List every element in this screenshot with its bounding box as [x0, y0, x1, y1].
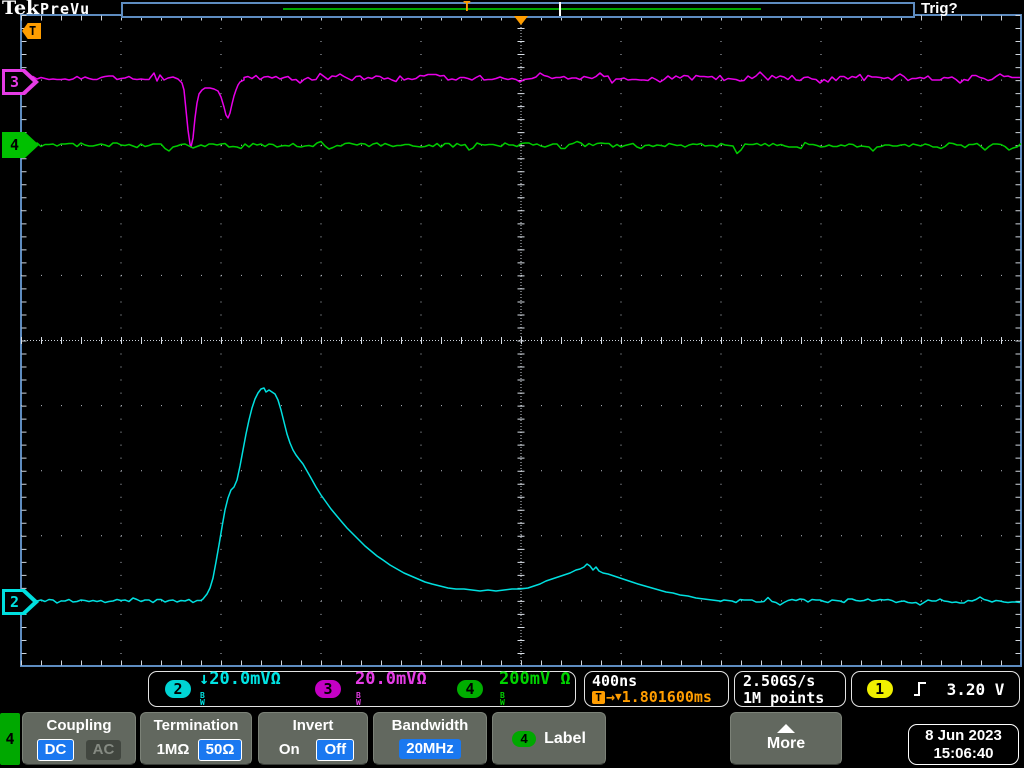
- datetime-box: 8 Jun 2023 15:06:40: [908, 724, 1019, 765]
- invert-title: Invert: [292, 717, 334, 734]
- record-trigger-position-icon[interactable]: T: [463, 1, 471, 15]
- sample-rate-readout: 2.50GS/s: [743, 672, 816, 690]
- more-text: More: [766, 735, 806, 752]
- tek-logo: Tek: [2, 0, 40, 19]
- channel4-marker-label: 4: [10, 136, 20, 154]
- trigger-offscreen-label: T: [29, 24, 37, 38]
- record-view-cursor[interactable]: [559, 2, 561, 16]
- record-length-readout: 1M points: [743, 689, 825, 707]
- label-button[interactable]: 4 Label: [492, 712, 606, 765]
- trigger-status-label: Trig?: [921, 0, 958, 17]
- time-label: 15:06:40: [933, 744, 994, 762]
- termination-title: Termination: [153, 717, 239, 734]
- trigger-delay-readout: T → ▼ 1.801600ms: [592, 689, 728, 705]
- date-label: 8 Jun 2023: [925, 726, 1002, 744]
- trigger-t-icon: T: [592, 690, 605, 704]
- more-up-arrow-icon: [777, 724, 795, 733]
- channel3-marker-label: 3: [10, 73, 20, 91]
- trigger-level-readout: 3.20 V: [946, 679, 1005, 699]
- label-text: Label: [544, 729, 586, 747]
- record-window-line: [283, 8, 761, 10]
- bandwidth-value[interactable]: 20MHz: [399, 739, 461, 759]
- channel3-badge[interactable]: 3: [315, 680, 342, 698]
- channel4-marker-shape: [2, 132, 39, 158]
- channel2-badge[interactable]: 2: [165, 680, 191, 698]
- channel4-position-marker[interactable]: 4: [2, 132, 39, 158]
- graticule: [20, 14, 1022, 667]
- channel2-marker-label: 2: [10, 593, 20, 611]
- channel3-scale-readout: 20.0mVΩ B W: [355, 669, 427, 707]
- coupling-dc-option[interactable]: DC: [36, 739, 75, 761]
- bandwidth-button[interactable]: Bandwidth 20MHz: [373, 712, 487, 765]
- channel-readouts-box: 2 ↓20.0mVΩ B W 3 20.0mVΩ B W 4 200mV ΩBW: [148, 669, 576, 707]
- acquisition-readout-box: 2.50GS/s 1M points: [734, 671, 846, 707]
- invert-on-option[interactable]: On: [272, 740, 307, 760]
- coupling-ac-option[interactable]: AC: [85, 740, 122, 760]
- channel2-position-marker[interactable]: 2: [2, 589, 39, 615]
- horizontal-readout-box: 400ns T → ▼ 1.801600ms: [584, 671, 729, 707]
- termination-1mohm-option[interactable]: 1MΩ: [150, 740, 197, 760]
- channel4-badge[interactable]: 4: [457, 680, 483, 698]
- acquisition-mode-label: PreVu: [40, 0, 91, 18]
- label-channel-badge: 4: [512, 730, 537, 747]
- invert-button[interactable]: Invert On Off: [258, 712, 368, 765]
- more-button[interactable]: More: [730, 712, 842, 765]
- coupling-title: Coupling: [46, 717, 112, 734]
- termination-button[interactable]: Termination 1MΩ 50Ω: [140, 712, 252, 765]
- oscilloscope-screen: Tek PreVu Trig? T T 3 4 2 2 ↓20.0mVΩ B W 3…: [0, 0, 1024, 768]
- trigger-source-badge[interactable]: 1: [866, 680, 893, 698]
- trigger-slope-icon: [913, 682, 926, 696]
- invert-off-option[interactable]: Off: [316, 739, 355, 761]
- channel2-marker-shape: [2, 589, 39, 615]
- expansion-point-marker[interactable]: [514, 16, 528, 25]
- bandwidth-title: Bandwidth: [391, 717, 469, 734]
- timebase-readout: 400ns: [592, 672, 638, 690]
- display-area: [20, 14, 1022, 667]
- coupling-button[interactable]: Coupling DC AC: [22, 712, 136, 765]
- trigger-readout-box: 1 3.20 V: [851, 671, 1020, 707]
- channel4-scale-readout: 200mV ΩBW: [499, 669, 571, 707]
- channel3-marker-shape: [2, 69, 39, 95]
- channel2-scale-readout: ↓20.0mVΩ B W: [199, 669, 281, 707]
- channel4-menu-tab[interactable]: 4: [0, 713, 20, 765]
- channel3-position-marker[interactable]: 3: [2, 69, 39, 95]
- termination-50ohm-option[interactable]: 50Ω: [197, 739, 243, 761]
